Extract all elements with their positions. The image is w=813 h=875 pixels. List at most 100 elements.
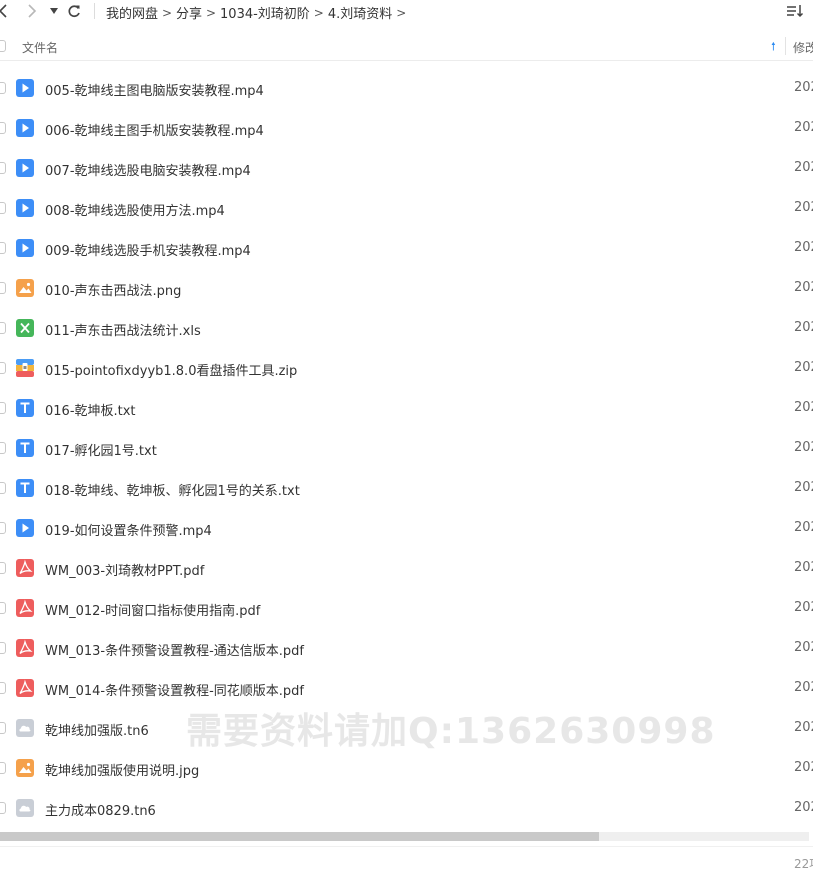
file-row[interactable]: 008-乾坤线选股使用方法.mp4 202: [0, 188, 813, 228]
file-name[interactable]: 006-乾坤线主图手机版安装教程.mp4: [45, 120, 264, 139]
text-file-icon: [16, 479, 34, 497]
file-modified-date: 202: [794, 480, 813, 495]
file-name[interactable]: 主力成本0829.tn6: [45, 800, 156, 819]
forward-button[interactable]: [23, 2, 41, 20]
row-checkbox[interactable]: [0, 122, 6, 134]
row-checkbox[interactable]: [0, 322, 6, 334]
row-checkbox[interactable]: [0, 202, 6, 214]
file-name[interactable]: 017-孵化园1号.txt: [45, 440, 157, 459]
row-checkbox[interactable]: [0, 162, 6, 174]
file-row[interactable]: 主力成本0829.tn6 202: [0, 788, 813, 828]
file-modified-date: 202: [794, 240, 813, 255]
file-name[interactable]: 011-声东击西战法统计.xls: [45, 320, 201, 339]
file-row[interactable]: 006-乾坤线主图手机版安装教程.mp4 202: [0, 108, 813, 148]
file-row[interactable]: 017-孵化园1号.txt 202: [0, 428, 813, 468]
file-name[interactable]: WM_014-条件预警设置教程-同花顺版本.pdf: [45, 680, 304, 699]
file-row[interactable]: 乾坤线加强版.tn6 202: [0, 708, 813, 748]
column-resize-handle[interactable]: [785, 37, 786, 55]
file-name[interactable]: 018-乾坤线、乾坤板、孵化园1号的关系.txt: [45, 480, 300, 499]
row-checkbox[interactable]: [0, 242, 6, 254]
row-checkbox[interactable]: [0, 282, 6, 294]
row-checkbox[interactable]: [0, 362, 6, 374]
file-modified-date: 202: [794, 200, 813, 215]
breadcrumb-item-share[interactable]: 分享: [176, 3, 202, 22]
row-checkbox[interactable]: [0, 802, 6, 814]
file-row[interactable]: 016-乾坤板.txt 202: [0, 388, 813, 428]
breadcrumb-item-course[interactable]: 1034-刘琦初阶: [220, 3, 310, 22]
row-checkbox[interactable]: [0, 602, 6, 614]
row-checkbox[interactable]: [0, 82, 6, 94]
video-file-icon: [16, 519, 34, 537]
file-row[interactable]: 005-乾坤线主图电脑版安装教程.mp4 202: [0, 68, 813, 108]
back-button[interactable]: [0, 2, 12, 20]
file-name[interactable]: WM_013-条件预警设置教程-通达信版本.pdf: [45, 640, 304, 659]
file-row[interactable]: WM_003-刘琦教材PPT.pdf 202: [0, 548, 813, 588]
refresh-button[interactable]: [65, 2, 83, 20]
file-row[interactable]: 010-声东击西战法.png 202: [0, 268, 813, 308]
file-modified-date: 202: [794, 80, 813, 95]
row-checkbox[interactable]: [0, 642, 6, 654]
sort-ascending-icon[interactable]: 🠕: [771, 38, 776, 57]
file-name[interactable]: 乾坤线加强版使用说明.jpg: [45, 760, 199, 779]
row-checkbox[interactable]: [0, 682, 6, 694]
file-name[interactable]: 019-如何设置条件预警.mp4: [45, 520, 212, 539]
file-row[interactable]: 015-pointofixdyyb1.8.0看盘插件工具.zip 202: [0, 348, 813, 388]
chevron-right-icon: >: [161, 5, 173, 20]
file-row[interactable]: WM_012-时间窗口指标使用指南.pdf 202: [0, 588, 813, 628]
column-header-modified[interactable]: 修改: [793, 39, 813, 56]
row-checkbox[interactable]: [0, 442, 6, 454]
chevron-right-icon: >: [206, 5, 217, 20]
row-checkbox[interactable]: [0, 762, 6, 774]
history-dropdown-button[interactable]: [45, 2, 63, 20]
chevron-right-icon: [28, 4, 37, 18]
chevron-right-icon[interactable]: >: [392, 6, 410, 20]
pdf-file-icon: [16, 599, 34, 617]
file-row[interactable]: 007-乾坤线选股电脑安装教程.mp4 202: [0, 148, 813, 188]
toolbar-divider: [94, 3, 95, 19]
video-file-icon: [16, 79, 34, 97]
breadcrumb: 我的网盘 > 分享 > 1034-刘琦初阶 > 4.刘琦资料 >: [106, 3, 410, 23]
file-name[interactable]: WM_003-刘琦教材PPT.pdf: [45, 560, 204, 579]
file-modified-date: 202: [794, 160, 813, 175]
file-row[interactable]: 011-声东击西战法统计.xls 202: [0, 308, 813, 348]
file-row[interactable]: WM_014-条件预警设置教程-同花顺版本.pdf 202: [0, 668, 813, 708]
file-row[interactable]: 009-乾坤线选股手机安装教程.mp4 202: [0, 228, 813, 268]
file-modified-date: 202: [794, 800, 813, 815]
file-name[interactable]: 乾坤线加强版.tn6: [45, 720, 149, 739]
breadcrumb-item-my-drive[interactable]: 我的网盘: [106, 3, 158, 22]
excel-file-icon: [16, 319, 34, 337]
file-name[interactable]: 015-pointofixdyyb1.8.0看盘插件工具.zip: [45, 360, 297, 379]
footer-divider: [0, 846, 813, 847]
file-name[interactable]: 010-声东击西战法.png: [45, 280, 181, 299]
column-header-name[interactable]: 文件名: [22, 39, 58, 56]
video-file-icon: [16, 239, 34, 257]
breadcrumb-item-current[interactable]: 4.刘琦资料: [328, 3, 392, 22]
file-modified-date: 202: [794, 680, 813, 695]
refresh-icon: [68, 5, 80, 18]
file-row[interactable]: 019-如何设置条件预警.mp4 202: [0, 508, 813, 548]
file-row[interactable]: WM_013-条件预警设置教程-通达信版本.pdf 202: [0, 628, 813, 668]
row-checkbox[interactable]: [0, 522, 6, 534]
file-name[interactable]: 005-乾坤线主图电脑版安装教程.mp4: [45, 80, 264, 99]
file-modified-date: 202: [794, 760, 813, 775]
row-checkbox[interactable]: [0, 402, 6, 414]
select-all-checkbox[interactable]: [0, 40, 6, 52]
file-modified-date: 202: [794, 720, 813, 735]
file-row[interactable]: 018-乾坤线、乾坤板、孵化园1号的关系.txt 202: [0, 468, 813, 508]
row-checkbox[interactable]: [0, 482, 6, 494]
file-modified-date: 202: [794, 400, 813, 415]
row-checkbox[interactable]: [0, 722, 6, 734]
file-name[interactable]: 008-乾坤线选股使用方法.mp4: [45, 200, 225, 219]
file-modified-date: 202: [794, 600, 813, 615]
scrollbar-thumb[interactable]: [0, 832, 599, 841]
row-checkbox[interactable]: [0, 562, 6, 574]
file-list-header: 文件名 🠕 修改: [0, 31, 813, 61]
video-file-icon: [16, 119, 34, 137]
file-name[interactable]: 009-乾坤线选股手机安装教程.mp4: [45, 240, 251, 259]
file-row[interactable]: 乾坤线加强版使用说明.jpg 202: [0, 748, 813, 788]
file-name[interactable]: WM_012-时间窗口指标使用指南.pdf: [45, 600, 260, 619]
sort-options-button[interactable]: [785, 2, 805, 20]
horizontal-scrollbar[interactable]: [0, 832, 809, 841]
file-name[interactable]: 007-乾坤线选股电脑安装教程.mp4: [45, 160, 251, 179]
file-name[interactable]: 016-乾坤板.txt: [45, 400, 136, 419]
